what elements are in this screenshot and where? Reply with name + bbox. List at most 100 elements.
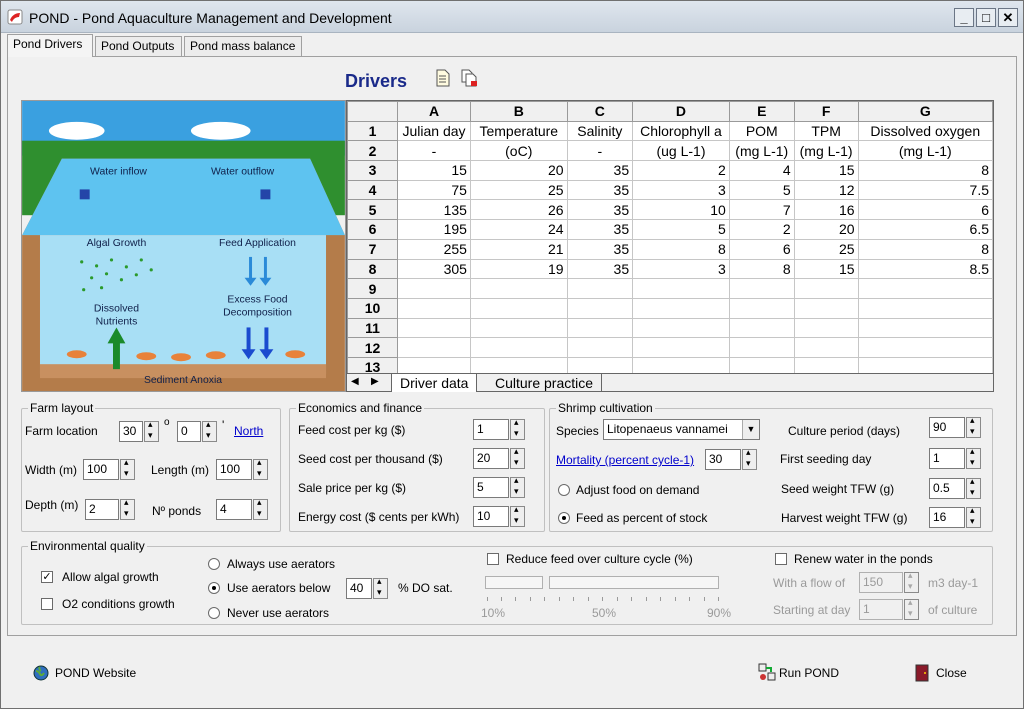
table-cell[interactable]: Salinity [566,120,634,142]
seed-cost-field[interactable]: 20 [473,448,509,469]
flow-spinner[interactable] [904,570,919,593]
table-cell[interactable] [397,317,471,339]
col-header[interactable]: B [469,101,568,122]
table-cell[interactable]: 10 [632,199,730,221]
table-cell[interactable]: TPM [793,120,859,142]
scroll-left-icon[interactable]: ◀ [351,376,359,387]
energy-cost-field[interactable]: 10 [473,506,509,527]
table-cell[interactable] [857,337,993,358]
depth-field[interactable]: 2 [85,499,119,520]
table-cell[interactable]: 19 [469,258,568,280]
row-header[interactable]: 1 [347,120,399,142]
table-cell[interactable] [857,317,993,339]
table-cell[interactable]: 16 [793,199,859,221]
table-cell[interactable]: (mg L-1) [728,140,795,162]
row-header[interactable]: 12 [347,337,399,358]
table-cell[interactable]: 25 [793,238,859,260]
tab-pond-drivers[interactable]: Pond Drivers [7,34,93,57]
table-cell[interactable] [566,278,634,299]
first-seeding-spinner[interactable] [966,446,981,469]
table-cell[interactable]: 195 [397,219,471,240]
reduce-feed-checkbox[interactable] [487,553,499,565]
table-cell[interactable] [469,278,568,299]
tab-pond-outputs[interactable]: Pond Outputs [95,36,182,56]
col-header[interactable]: C [566,101,634,122]
table-cell[interactable]: 2 [632,160,730,181]
tab-pond-mass-balance[interactable]: Pond mass balance [184,36,302,56]
table-cell[interactable]: 8.5 [857,258,993,280]
table-cell[interactable] [469,317,568,339]
table-cell[interactable]: 15 [793,258,859,280]
table-cell[interactable] [566,337,634,358]
location-degrees-spinner[interactable] [144,419,159,442]
table-cell[interactable]: 6 [728,238,795,260]
width-field[interactable]: 100 [83,459,119,480]
depth-spinner[interactable] [120,497,135,520]
table-cell[interactable]: 8 [632,238,730,260]
seed-weight-field[interactable]: 0.5 [929,478,965,499]
table-cell[interactable]: 255 [397,238,471,260]
row-header[interactable]: 3 [347,160,399,181]
table-cell[interactable]: 20 [793,219,859,240]
tab-culture-practice[interactable]: Culture practice [487,374,603,392]
aerators-below-radio[interactable] [208,582,220,594]
close-window-icon[interactable]: ✕ [998,8,1018,27]
scroll-right-icon[interactable]: ▶ [371,376,379,387]
row-header[interactable]: 6 [347,219,399,240]
table-cell[interactable]: 7.5 [857,179,993,201]
row-header[interactable]: 8 [347,258,399,280]
feed-cost-field[interactable]: 1 [473,419,509,440]
table-cell[interactable]: 20 [469,160,568,181]
row-header[interactable]: 5 [347,199,399,221]
aerators-value-spinner[interactable] [373,576,388,599]
table-cell[interactable]: 3 [632,179,730,201]
row-header[interactable]: 11 [347,317,399,339]
table-cell[interactable]: Julian day [397,120,471,142]
aerators-value-field[interactable]: 40 [346,578,372,599]
table-cell[interactable] [793,317,859,339]
table-cell[interactable] [728,337,795,358]
table-cell[interactable]: 6 [857,199,993,221]
first-seeding-field[interactable]: 1 [929,448,965,469]
table-cell[interactable]: - [397,140,471,162]
table-cell[interactable] [566,317,634,339]
table-cell[interactable]: 26 [469,199,568,221]
table-cell[interactable] [469,297,568,319]
table-cell[interactable]: 8 [728,258,795,280]
hemisphere-link[interactable]: North [234,424,263,438]
harvest-weight-field[interactable]: 16 [929,507,965,528]
table-cell[interactable]: 4 [728,160,795,181]
table-cell[interactable]: 35 [566,219,634,240]
seed-cost-spinner[interactable] [510,446,525,469]
table-cell[interactable] [469,337,568,358]
species-select[interactable]: Litopenaeus vannamei ▼ [603,419,760,440]
table-cell[interactable]: 6.5 [857,219,993,240]
energy-cost-spinner[interactable] [510,504,525,527]
table-cell[interactable]: (ug L-1) [632,140,730,162]
table-cell[interactable] [397,278,471,299]
table-cell[interactable]: 15 [793,160,859,181]
table-cell[interactable]: Dissolved oxygen [857,120,993,142]
table-cell[interactable]: 35 [566,160,634,181]
table-cell[interactable]: 7 [728,199,795,221]
width-spinner[interactable] [120,457,135,480]
table-cell[interactable]: (mg L-1) [793,140,859,162]
table-cell[interactable]: (oC) [469,140,568,162]
harvest-weight-spinner[interactable] [966,505,981,528]
col-header[interactable]: E [728,101,795,122]
reduce-feed-slider[interactable] [549,576,719,589]
culture-period-spinner[interactable] [966,415,981,438]
feed-cost-spinner[interactable] [510,417,525,440]
col-header[interactable]: D [632,101,730,122]
maximize-icon[interactable]: □ [976,8,996,27]
table-cell[interactable]: POM [728,120,795,142]
table-cell[interactable]: 2 [728,219,795,240]
table-cell[interactable] [728,297,795,319]
table-cell[interactable] [728,317,795,339]
driver-spreadsheet[interactable]: A B C D E F G 1 Julian day Temperature S… [346,100,994,392]
row-header[interactable]: 4 [347,179,399,201]
table-cell[interactable]: 24 [469,219,568,240]
table-cell[interactable] [632,297,730,319]
table-cell[interactable]: 35 [566,238,634,260]
tab-driver-data[interactable]: Driver data [391,374,478,392]
